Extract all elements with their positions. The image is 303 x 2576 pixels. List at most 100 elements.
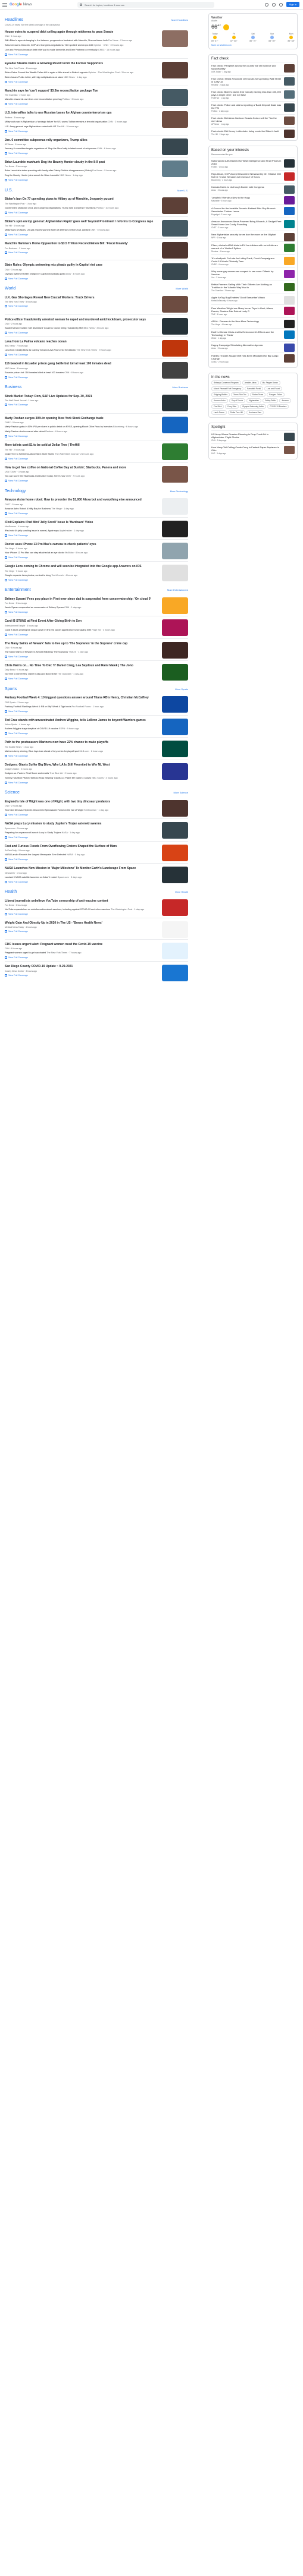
story-thumbnail[interactable]: [162, 619, 188, 637]
topic-chip[interactable]: Dollar Tree Hill: [227, 410, 245, 415]
full-coverage-link[interactable]: View Full Coverage: [5, 556, 188, 559]
story-thumbnail[interactable]: [162, 799, 188, 817]
for-you-item[interactable]: New Afghanistan security forces due the …: [211, 230, 295, 241]
story-card[interactable]: CDC issues urgent alert: Pregnant women …: [5, 939, 188, 961]
story-thumbnail[interactable]: [162, 763, 188, 780]
full-coverage-link[interactable]: View Full Coverage: [5, 754, 188, 757]
full-coverage-link[interactable]: View Full Coverage: [5, 152, 188, 155]
story-title[interactable]: Manchin Hammers Home Opposition to $3.5 …: [5, 242, 188, 245]
full-coverage-link[interactable]: View Full Coverage: [5, 130, 188, 133]
section-more-link[interactable]: More U.S.: [177, 189, 188, 192]
for-you-item[interactable]: 'It's a ballpark' Fail rate for Lobby Ra…: [211, 254, 295, 267]
story-card[interactable]: Weight Gain And Obesity Up in 2020 in Th…: [5, 918, 188, 939]
topic-chip[interactable]: Teens Rich Tex: [231, 392, 249, 397]
section-note[interactable]: COVID-19 news: See the latest coverage o…: [5, 24, 188, 26]
apps-icon[interactable]: [279, 2, 283, 7]
story-card[interactable]: Eyeable Steams Parce a Growing Revolt Fr…: [5, 58, 188, 85]
story-title[interactable]: Police officer fraudulently arrested wom…: [5, 318, 188, 322]
related-article[interactable]: Cardi B stuns wearing full sequin gown i…: [5, 629, 188, 632]
story-card[interactable]: iFixit Explains iPad Mini 'Jelly Scroll'…: [5, 517, 188, 539]
story-thumbnail[interactable]: [162, 696, 188, 713]
search-input[interactable]: Search for topics, locations & sources: [77, 2, 214, 8]
full-coverage-link[interactable]: View Full Coverage: [5, 211, 188, 214]
topic-chip[interactable]: Rodeo Texas: [249, 392, 266, 397]
for-you-item[interactable]: 'Lessfield' Wende a New in the vlogs Mash…: [211, 193, 295, 204]
spotlight-item[interactable]: US Army Warns Russian Planning to Drop F…: [211, 430, 295, 443]
story-title[interactable]: Ted Cruz stands with unvaccinated Andrew…: [5, 719, 188, 722]
story-card[interactable]: Manchin says he 'can't support' $3.5tn r…: [5, 85, 188, 108]
full-coverage-link[interactable]: View Full Coverage: [5, 655, 188, 658]
story-card[interactable]: Britney Spears' Fees pop place in First-…: [5, 594, 188, 616]
topic-chip[interactable]: Shipping Bottles: [211, 392, 230, 397]
topic-chip[interactable]: Amazon Astro: [211, 398, 228, 403]
full-coverage-link[interactable]: View Full Coverage: [5, 633, 188, 636]
related-article[interactable]: Amazon Astro Robot: A Nifty Boy for Busi…: [5, 508, 188, 511]
story-card[interactable]: England's Isle of Wight was one of Fligh…: [5, 797, 188, 818]
story-title[interactable]: Stock Market Today: Dow, S&P Live Update…: [5, 395, 188, 398]
story-thumbnail[interactable]: [162, 542, 188, 559]
story-card[interactable]: Police officer fraudulently arrested wom…: [5, 314, 188, 336]
related-article[interactable]: Preparing for a spacecraft launch: Lucy …: [5, 832, 188, 834]
section-title[interactable]: Science: [5, 791, 20, 795]
story-title[interactable]: iFixit Explains iPad Mini 'Jelly Scroll'…: [5, 521, 188, 524]
story-title[interactable]: Biden's ban On 77 upending plans to Hill…: [5, 197, 188, 201]
story-card[interactable]: More toilets cost $1 to be sold at Dolla…: [5, 440, 188, 462]
fact-check-item[interactable]: Fact check: Pamphlet across the country …: [211, 61, 295, 75]
story-title[interactable]: Lava from La Palma volcano reaches ocean: [5, 340, 188, 344]
story-title[interactable]: Cardi B STUNS at First Event After Givin…: [5, 619, 188, 623]
full-coverage-link[interactable]: View Full Coverage: [5, 956, 188, 959]
topic-chip[interactable]: Lost and Found: [264, 386, 283, 391]
story-thumbnail[interactable]: [162, 263, 188, 281]
section-more-link[interactable]: More Business: [173, 386, 188, 389]
related-article[interactable]: No Time to Die review: Daniel Craig and …: [5, 673, 188, 676]
section-title[interactable]: Sports: [5, 687, 17, 691]
related-article[interactable]: Olympic swimmer Keller charged in Capito…: [5, 273, 188, 276]
story-thumbnail[interactable]: [162, 943, 188, 959]
full-coverage-link[interactable]: View Full Coverage: [5, 332, 188, 335]
settings-icon[interactable]: [271, 2, 276, 7]
story-thumbnail[interactable]: [162, 520, 188, 537]
help-icon[interactable]: [264, 2, 268, 7]
section-title[interactable]: Technology: [5, 489, 26, 493]
related-article[interactable]: Manchin draws his own lines over reconci…: [5, 98, 188, 101]
story-title[interactable]: CDC issues urgent alert: Pregnant women …: [5, 943, 188, 946]
story-title[interactable]: NASA Launches New Mission in 'Major Mile…: [5, 867, 188, 870]
story-card[interactable]: Stock Market Today: Dow, S&P Live Update…: [5, 392, 188, 413]
story-title[interactable]: More toilets cost $1 to be sold at Dolla…: [5, 443, 188, 447]
story-title[interactable]: Weight Gain And Obesity Up in 2020 in Th…: [5, 921, 188, 925]
full-coverage-link[interactable]: View Full Coverage: [5, 103, 188, 106]
full-coverage-link[interactable]: View Full Coverage: [5, 678, 188, 681]
topic-chip[interactable]: Amazon: [279, 398, 292, 403]
full-coverage-link[interactable]: View Full Coverage: [5, 814, 188, 817]
related-article[interactable]: Landsat 9 NASA satellite launches on Atl…: [5, 876, 188, 879]
story-card[interactable]: Fast and Furious Floods From Overflowing…: [5, 840, 188, 863]
section-title[interactable]: U.S.: [5, 188, 13, 193]
related-article[interactable]: Brian Laundrie's sister speaking with fa…: [5, 169, 188, 172]
story-title[interactable]: 116 beaded in Ecuador prison gang battle…: [5, 362, 188, 366]
section-title[interactable]: World: [5, 286, 15, 291]
full-coverage-link[interactable]: View Full Coverage: [5, 435, 188, 438]
for-you-item[interactable]: Kamala Harris to visit tough Border with…: [211, 182, 295, 194]
story-thumbnail[interactable]: [162, 867, 188, 884]
topic-chip[interactable]: Rangers Fisher: [267, 392, 285, 397]
story-title[interactable]: Marty Pashan surges 30% in opening New Y…: [5, 417, 188, 420]
story-title[interactable]: U.K. Gas Shortages Reveal New Crucial Wo…: [5, 296, 188, 300]
story-title[interactable]: House votes to suspend debt ceiling agai…: [5, 30, 188, 34]
fact-check-item[interactable]: Fact Check: Media Reconcile Democrats fo…: [211, 74, 295, 88]
for-you-item[interactable]: Earth's Climate Crisis and Its Environme…: [211, 327, 295, 341]
story-card[interactable]: Brian Laundrie manhunt: Dog the Bounty H…: [5, 157, 188, 184]
story-title[interactable]: Brian Laundrie manhunt: Dog the Bounty H…: [5, 160, 188, 164]
story-card[interactable]: Jan. 6 committee subpoenas rally organiz…: [5, 134, 188, 157]
story-thumbnail[interactable]: [162, 663, 188, 681]
for-you-item[interactable]: British Farmers Sailing With Their Gilbe…: [211, 280, 295, 294]
related-article[interactable]: Pregnant women urged to get vaccinated T…: [5, 952, 188, 955]
topic-chip[interactable]: COVID-19 Boosters: [267, 404, 289, 409]
story-thumbnail[interactable]: [162, 30, 188, 47]
topic-chip[interactable]: Jennifer Alexa: [242, 380, 259, 385]
story-title[interactable]: The Many Saints of Newark' fails to live…: [5, 642, 188, 645]
story-title[interactable]: How to get free coffee on National Coffe…: [5, 466, 188, 470]
story-title[interactable]: Doctor uses iPhone 13 Pro Max's camera t…: [5, 543, 188, 546]
section-more-link[interactable]: More Sports: [175, 688, 188, 691]
story-card[interactable]: Biden's ban On 77 upending plans to Hill…: [5, 194, 188, 216]
section-more-link[interactable]: More Headlines: [171, 18, 188, 21]
